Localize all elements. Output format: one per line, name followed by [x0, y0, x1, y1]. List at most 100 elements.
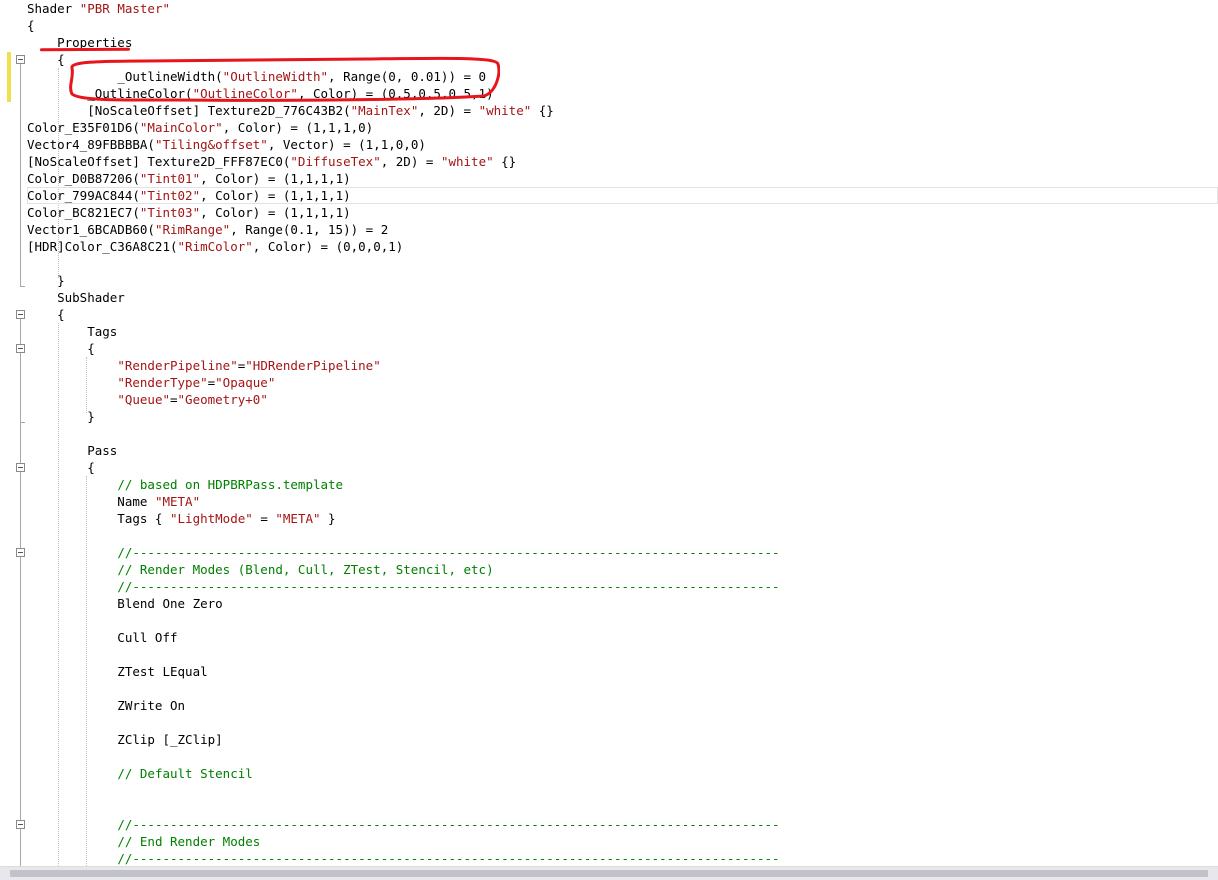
code-line[interactable]: //--------------------------------------… [27, 544, 1218, 561]
code-line[interactable]: // based on HDPBRPass.template [27, 476, 1218, 493]
code-line[interactable]: Properties [27, 34, 1218, 51]
string-token: "MainTex" [350, 103, 419, 118]
code-line[interactable]: //--------------------------------------… [27, 816, 1218, 833]
change-marker [7, 52, 11, 102]
code-line[interactable] [27, 782, 1218, 799]
string-token: "DiffuseTex" [290, 154, 381, 169]
code-line[interactable]: { [27, 51, 1218, 68]
code-token: Color_E35F01D6( [27, 120, 140, 135]
code-line[interactable]: Color_E35F01D6("MainColor", Color) = (1,… [27, 119, 1218, 136]
code-line[interactable]: Tags [27, 323, 1218, 340]
code-line[interactable]: Pass [27, 442, 1218, 459]
code-token: ZWrite On [27, 698, 186, 713]
code-line[interactable]: Name "META" [27, 493, 1218, 510]
code-token: Tags [27, 324, 118, 339]
code-line[interactable]: //--------------------------------------… [27, 850, 1218, 866]
comment-token: // Render Modes (Blend, Cull, ZTest, Ste… [117, 562, 494, 577]
string-token: "Tiling&offset" [154, 137, 268, 152]
code-lines[interactable]: Shader "PBR Master"{ Properties { _Outli… [27, 0, 1218, 866]
fold-comment-icon[interactable] [16, 548, 25, 557]
code-line[interactable]: { [27, 17, 1218, 34]
string-token: "RenderType" [117, 375, 208, 390]
code-token: { [27, 18, 35, 33]
code-token: { [27, 341, 95, 356]
code-line[interactable]: _OutlineWidth("OutlineWidth", Range(0, 0… [27, 68, 1218, 85]
code-line[interactable] [27, 612, 1218, 629]
code-token: , 2D) = [380, 154, 441, 169]
code-line[interactable]: Cull Off [27, 629, 1218, 646]
code-token: = [252, 511, 276, 526]
code-line[interactable]: { [27, 340, 1218, 357]
fold-end [20, 422, 25, 423]
code-line[interactable] [27, 714, 1218, 731]
code-line[interactable]: ZTest LEqual [27, 663, 1218, 680]
code-line[interactable] [27, 255, 1218, 272]
code-line[interactable]: Shader "PBR Master" [27, 0, 1218, 17]
code-line[interactable] [27, 425, 1218, 442]
code-line[interactable]: Vector1_6BCADB60("RimRange", Range(0.1, … [27, 221, 1218, 238]
code-line[interactable]: } [27, 272, 1218, 289]
string-token: "RenderPipeline" [117, 358, 238, 373]
code-line[interactable]: ZWrite On [27, 697, 1218, 714]
code-line[interactable]: [NoScaleOffset] Texture2D_FFF87EC0("Diff… [27, 153, 1218, 170]
code-line[interactable]: Color_BC821EC7("Tint03", Color) = (1,1,1… [27, 204, 1218, 221]
code-line[interactable]: //--------------------------------------… [27, 578, 1218, 595]
string-token: "white" [440, 154, 494, 169]
code-line[interactable]: // Render Modes (Blend, Cull, ZTest, Ste… [27, 561, 1218, 578]
comment-token: //--------------------------------------… [117, 545, 780, 560]
fold-tags-icon[interactable] [16, 344, 25, 353]
code-line[interactable] [27, 527, 1218, 544]
code-token: [NoScaleOffset] Texture2D_776C43B2( [27, 103, 351, 118]
code-token: _OutlineColor( [27, 86, 193, 101]
code-line[interactable]: { [27, 459, 1218, 476]
horizontal-scrollbar[interactable] [0, 866, 1218, 880]
code-line[interactable]: Color_D0B87206("Tint01", Color) = (1,1,1… [27, 170, 1218, 187]
code-line[interactable]: [HDR]Color_C36A8C21("RimColor", Color) =… [27, 238, 1218, 255]
code-line[interactable]: { [27, 306, 1218, 323]
code-token: } [27, 409, 95, 424]
code-token: , Color) = (1,1,1,1) [200, 188, 351, 203]
string-token: "META" [154, 494, 201, 509]
code-line[interactable] [27, 680, 1218, 697]
fold-guide [20, 64, 21, 286]
code-token: , Range(0, 0.01)) = 0 [328, 69, 487, 84]
fold-pass-icon[interactable] [16, 463, 25, 472]
code-line[interactable]: Color_799AC844("Tint02", Color) = (1,1,1… [27, 187, 1218, 204]
code-token: SubShader [27, 290, 125, 305]
code-line[interactable] [27, 748, 1218, 765]
code-line[interactable]: Tags { "LightMode" = "META" } [27, 510, 1218, 527]
code-token: Pass [27, 443, 118, 458]
code-line[interactable]: ZClip [_ZClip] [27, 731, 1218, 748]
code-token: _OutlineWidth( [27, 69, 223, 84]
code-line[interactable]: // End Render Modes [27, 833, 1218, 850]
scrollbar-thumb[interactable] [10, 870, 1208, 877]
comment-token: // based on HDPBRPass.template [117, 477, 344, 492]
code-line[interactable]: [NoScaleOffset] Texture2D_776C43B2("Main… [27, 102, 1218, 119]
code-token: } [320, 511, 336, 526]
code-editor[interactable]: Shader "PBR Master"{ Properties { _Outli… [0, 0, 1218, 866]
fold-properties-icon[interactable] [16, 55, 25, 64]
fold-subshader-icon[interactable] [16, 310, 25, 319]
fold-comment-icon[interactable] [16, 820, 25, 829]
code-line[interactable]: _OutlineColor("OutlineColor", Color) = (… [27, 85, 1218, 102]
code-line[interactable]: Vector4_89FBBBBA("Tiling&offset", Vector… [27, 136, 1218, 153]
code-line[interactable]: "RenderType"="Opaque" [27, 374, 1218, 391]
code-line[interactable] [27, 646, 1218, 663]
code-token: Name [27, 494, 155, 509]
code-line[interactable]: // Default Stencil [27, 765, 1218, 782]
code-token: Vector1_6BCADB60( [27, 222, 155, 237]
code-token: {} [531, 103, 554, 118]
code-line[interactable]: } [27, 408, 1218, 425]
code-line[interactable]: SubShader [27, 289, 1218, 306]
code-line[interactable]: Blend One Zero [27, 595, 1218, 612]
code-token: Cull Off [27, 630, 178, 645]
code-line[interactable]: "RenderPipeline"="HDRenderPipeline" [27, 357, 1218, 374]
code-line[interactable] [27, 799, 1218, 816]
code-line[interactable]: "Queue"="Geometry+0" [27, 391, 1218, 408]
